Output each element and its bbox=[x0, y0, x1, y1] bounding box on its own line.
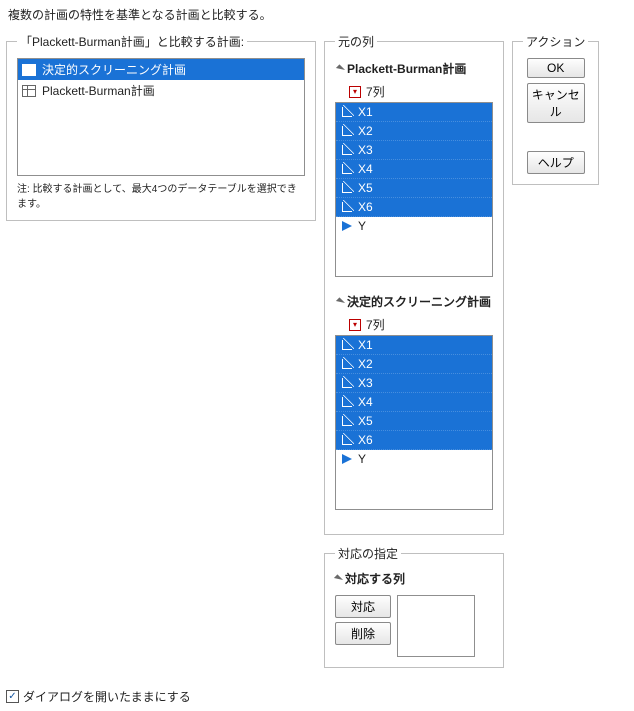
column-group-title: Plackett-Burman計画 bbox=[347, 60, 466, 77]
column-item-label: X1 bbox=[358, 338, 373, 352]
design-list-item-label: 決定的スクリーニング計画 bbox=[42, 61, 186, 78]
continuous-icon bbox=[342, 340, 352, 350]
column-item[interactable]: Y bbox=[336, 450, 492, 469]
mapping-legend: 対応の指定 bbox=[335, 545, 401, 562]
list-blank bbox=[336, 469, 492, 509]
column-list[interactable]: X1 X2 X3 X4 X5 X6 Y bbox=[335, 102, 493, 277]
design-list-item[interactable]: 決定的スクリーニング計画 bbox=[18, 59, 304, 80]
column-menu-icon[interactable]: ▾ bbox=[349, 319, 361, 331]
ok-button[interactable]: OK bbox=[527, 58, 585, 78]
column-item[interactable]: X2 bbox=[336, 355, 492, 374]
column-item[interactable]: X4 bbox=[336, 160, 492, 179]
column-item-label: X2 bbox=[358, 357, 373, 371]
continuous-icon bbox=[342, 164, 352, 174]
response-icon bbox=[342, 221, 352, 231]
column-item[interactable]: X5 bbox=[336, 179, 492, 198]
list-blank bbox=[336, 236, 492, 276]
disclosure-icon bbox=[336, 297, 345, 306]
table-icon bbox=[22, 64, 36, 76]
column-group-header[interactable]: Plackett-Burman計画 bbox=[335, 58, 493, 79]
column-item-label: X5 bbox=[358, 181, 373, 195]
design-list-item-label: Plackett-Burman計画 bbox=[42, 82, 155, 99]
column-group-header[interactable]: 決定的スクリーニング計画 bbox=[335, 291, 493, 312]
compare-designs-legend: 「Plackett-Burman計画」と比較する計画: bbox=[17, 33, 247, 50]
continuous-icon bbox=[342, 145, 352, 155]
continuous-icon bbox=[342, 359, 352, 369]
actions-legend: アクション bbox=[523, 33, 588, 50]
keep-open-checkbox[interactable]: ✓ bbox=[6, 690, 19, 703]
column-group-title: 決定的スクリーニング計画 bbox=[347, 293, 491, 310]
column-menu-icon[interactable]: ▾ bbox=[349, 86, 361, 98]
column-item[interactable]: X6 bbox=[336, 198, 492, 217]
cancel-button[interactable]: キャンセル bbox=[527, 83, 585, 123]
column-item-label: X3 bbox=[358, 143, 373, 157]
match-button[interactable]: 対応 bbox=[335, 595, 391, 618]
disclosure-icon bbox=[336, 64, 345, 73]
column-count-row[interactable]: ▾ 7列 bbox=[349, 316, 493, 333]
column-item-label: X3 bbox=[358, 376, 373, 390]
source-columns-legend: 元の列 bbox=[335, 33, 377, 50]
column-count-label: 7列 bbox=[366, 316, 385, 333]
source-columns-group: 元の列 Plackett-Burman計画 ▾ 7列 X1 X2 X3 X4 X5 X6 Y 決定的… bbox=[324, 33, 504, 535]
continuous-icon bbox=[342, 183, 352, 193]
continuous-icon bbox=[342, 397, 352, 407]
column-item[interactable]: X1 bbox=[336, 103, 492, 122]
column-item-label: X4 bbox=[358, 395, 373, 409]
continuous-icon bbox=[342, 126, 352, 136]
column-item[interactable]: X3 bbox=[336, 141, 492, 160]
design-list[interactable]: 決定的スクリーニング計画 Plackett-Burman計画 bbox=[17, 58, 305, 176]
delete-button[interactable]: 削除 bbox=[335, 622, 391, 645]
compare-designs-group: 「Plackett-Burman計画」と比較する計画: 決定的スクリーニング計画… bbox=[6, 33, 316, 221]
column-list[interactable]: X1 X2 X3 X4 X5 X6 Y bbox=[335, 335, 493, 510]
column-item[interactable]: Y bbox=[336, 217, 492, 236]
mapping-header-label: 対応する列 bbox=[345, 570, 405, 587]
column-item-label: X4 bbox=[358, 162, 373, 176]
design-list-item[interactable]: Plackett-Burman計画 bbox=[18, 80, 304, 101]
help-button[interactable]: ヘルプ bbox=[527, 151, 585, 174]
continuous-icon bbox=[342, 378, 352, 388]
column-item-label: X6 bbox=[358, 200, 373, 214]
column-item-label: X1 bbox=[358, 105, 373, 119]
column-count-row[interactable]: ▾ 7列 bbox=[349, 83, 493, 100]
column-item[interactable]: X5 bbox=[336, 412, 492, 431]
column-item-label: X2 bbox=[358, 124, 373, 138]
column-item[interactable]: X6 bbox=[336, 431, 492, 450]
column-count-label: 7列 bbox=[366, 83, 385, 100]
compare-designs-note: 注: 比較する計画として、最大4つのデータテーブルを選択できます。 bbox=[17, 180, 305, 210]
continuous-icon bbox=[342, 202, 352, 212]
keep-open-label: ダイアログを開いたままにする bbox=[23, 688, 191, 705]
column-item-label: Y bbox=[358, 219, 366, 233]
table-icon bbox=[22, 85, 36, 97]
mapping-list[interactable] bbox=[397, 595, 475, 657]
actions-group: アクション OK キャンセル ヘルプ bbox=[512, 33, 599, 185]
column-item[interactable]: X4 bbox=[336, 393, 492, 412]
response-icon bbox=[342, 454, 352, 464]
column-item-label: X5 bbox=[358, 414, 373, 428]
continuous-icon bbox=[342, 107, 352, 117]
dialog-description: 複数の計画の特性を基準となる計画と比較する。 bbox=[8, 6, 628, 23]
column-item[interactable]: X3 bbox=[336, 374, 492, 393]
column-item-label: X6 bbox=[358, 433, 373, 447]
disclosure-icon bbox=[334, 574, 343, 583]
continuous-icon bbox=[342, 416, 352, 426]
mapping-header[interactable]: 対応する列 bbox=[335, 570, 493, 587]
column-item[interactable]: X1 bbox=[336, 336, 492, 355]
continuous-icon bbox=[342, 435, 352, 445]
mapping-group: 対応の指定 対応する列 対応 削除 bbox=[324, 545, 504, 668]
column-item-label: Y bbox=[358, 452, 366, 466]
column-item[interactable]: X2 bbox=[336, 122, 492, 141]
